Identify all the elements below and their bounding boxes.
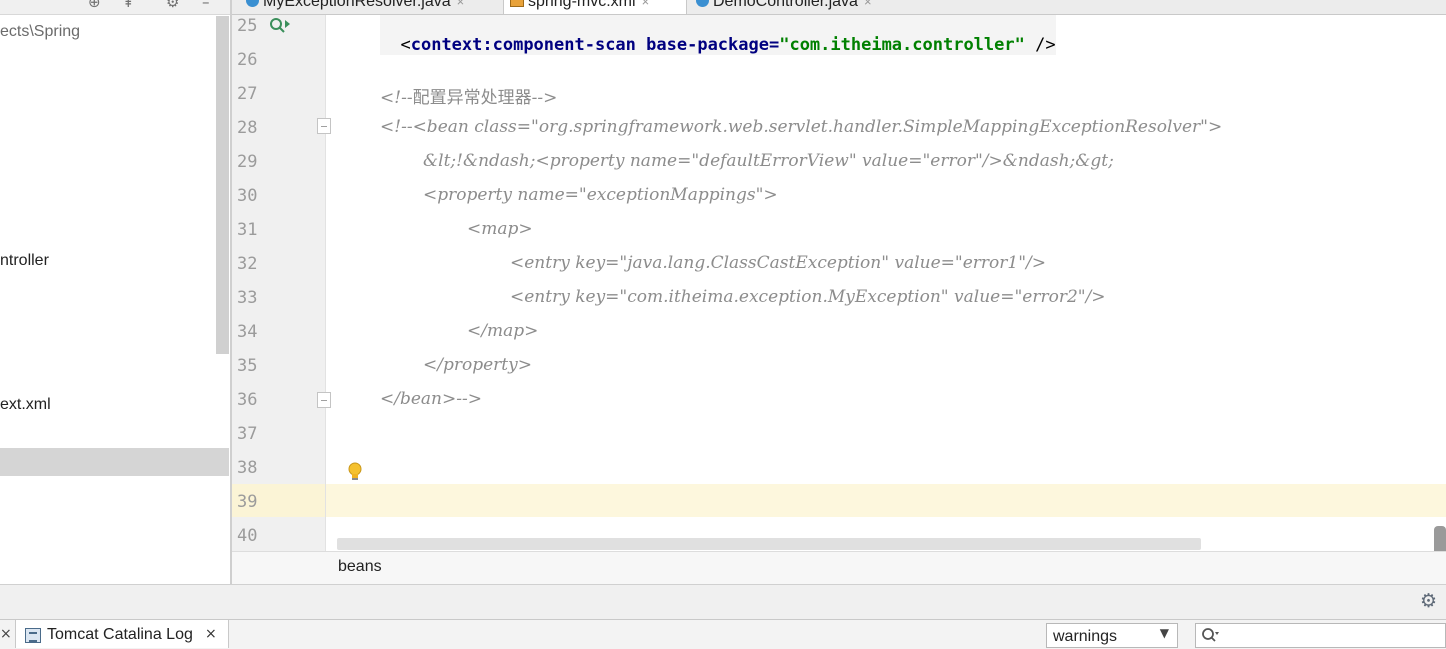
locate-icon[interactable]: ⊕: [88, 0, 101, 10]
line-number: 31: [237, 220, 258, 240]
gear-icon[interactable]: ⚙: [166, 0, 179, 10]
code-line-25[interactable]: <context:component-scan base-package="co…: [380, 15, 1056, 55]
tab-label: Tomcat Catalina Log: [47, 626, 193, 643]
code-line-28[interactable]: <!--<bean class="org.springframework.web…: [380, 117, 1222, 137]
line-number: 38: [237, 458, 258, 478]
line-number: 25: [237, 16, 258, 36]
project-scrollbar[interactable]: [216, 16, 229, 354]
tab-tomcat-catalina-log[interactable]: Tomcat Catalina Log ×: [15, 620, 229, 648]
code-line-32[interactable]: <entry key="java.lang.ClassCastException…: [510, 253, 1046, 273]
log-level-select[interactable]: warnings ▼: [1046, 623, 1178, 648]
line-number: 37: [237, 424, 258, 444]
line-number: 28: [237, 118, 258, 138]
xml-attribute: base-package=: [646, 35, 780, 55]
tab-label: DemoController.java: [713, 0, 858, 10]
tab-myexceptionresolver[interactable]: MyExceptionResolver.java ×: [240, 0, 498, 14]
xml-tag: context:component-scan: [410, 35, 636, 55]
breadcrumb: beans: [232, 551, 1446, 585]
comment-close: -->: [531, 88, 558, 108]
fold-marker[interactable]: [317, 392, 331, 408]
xml-value: "com.itheima.controller": [779, 35, 1025, 55]
log-search-input[interactable]: [1195, 623, 1446, 648]
gutter-border: [325, 15, 326, 551]
close-icon[interactable]: ×: [0, 626, 12, 642]
log-level-value: warnings: [1053, 628, 1118, 645]
hide-icon[interactable]: –: [202, 0, 210, 10]
close-icon[interactable]: ×: [642, 0, 650, 9]
xml-tag-end: />: [1024, 35, 1056, 55]
line-number: 35: [237, 356, 258, 376]
code-line-33[interactable]: <entry key="com.itheima.exception.MyExce…: [510, 287, 1106, 307]
tool-window-header: [0, 584, 1446, 620]
search-icon[interactable]: [1201, 627, 1219, 645]
breadcrumb-item-beans[interactable]: beans: [338, 558, 382, 576]
chevron-down-icon: ▼: [1159, 626, 1169, 640]
line-number: 29: [237, 152, 258, 172]
current-line-highlight: [326, 484, 1446, 517]
line-number: 40: [237, 526, 258, 546]
line-number: 39: [237, 492, 258, 512]
tree-item-path[interactable]: ects\Spring: [0, 23, 80, 41]
code-line-29[interactable]: &lt;!&ndash;<property name="defaultError…: [423, 151, 1114, 171]
comment-open: <!--: [380, 88, 413, 108]
code-line-31[interactable]: <map>: [467, 219, 533, 239]
class-c-icon: [696, 0, 709, 7]
line-number: 33: [237, 288, 258, 308]
tab-label: spring-mvc.xml: [528, 0, 636, 10]
project-toolbar: ⊕ ⇞ ⚙ –: [0, 0, 231, 15]
code-line-27[interactable]: <!--配置异常处理器-->: [380, 83, 557, 108]
tree-selected-row[interactable]: [0, 448, 229, 476]
tab-spring-mvc[interactable]: spring-mvc.xml ×: [503, 0, 687, 14]
line-number: 30: [237, 186, 258, 206]
line-number: 34: [237, 322, 258, 342]
fold-marker[interactable]: [317, 118, 331, 134]
comment-text: 配置异常处理器: [412, 88, 532, 108]
code-line-30[interactable]: <property name="exceptionMappings">: [423, 185, 778, 205]
code-line-34[interactable]: </map>: [467, 321, 538, 341]
tab-label: MyExceptionResolver.java: [263, 0, 451, 10]
close-icon[interactable]: ×: [864, 0, 872, 9]
tree-item-controller[interactable]: ntroller: [0, 252, 49, 270]
line-number: 36: [237, 390, 258, 410]
code-line-35[interactable]: </property>: [423, 355, 532, 375]
horizontal-scrollbar[interactable]: [337, 538, 1201, 550]
line-number: 32: [237, 254, 258, 274]
class-c-icon: [246, 0, 259, 7]
code-line-36[interactable]: </bean>-->: [380, 389, 482, 409]
line-number: 26: [237, 50, 258, 70]
line-number: 27: [237, 84, 258, 104]
bean-search-icon[interactable]: [268, 16, 294, 34]
collapse-icon[interactable]: ⇞: [122, 0, 135, 10]
close-icon[interactable]: ×: [205, 626, 217, 642]
tab-democontroller[interactable]: DemoController.java ×: [690, 0, 914, 14]
project-panel: ⊕ ⇞ ⚙ – ects\Spring ntroller ext.xml: [0, 0, 231, 584]
editor-tabs: MyExceptionResolver.java × spring-mvc.xml…: [232, 0, 1446, 15]
lightbulb-icon[interactable]: [347, 461, 363, 483]
close-icon[interactable]: ×: [457, 0, 465, 9]
tree-item-xml[interactable]: ext.xml: [0, 396, 51, 414]
xml-file-icon: [510, 0, 524, 7]
log-icon: [25, 628, 41, 643]
gear-icon[interactable]: ⚙: [1420, 590, 1437, 612]
